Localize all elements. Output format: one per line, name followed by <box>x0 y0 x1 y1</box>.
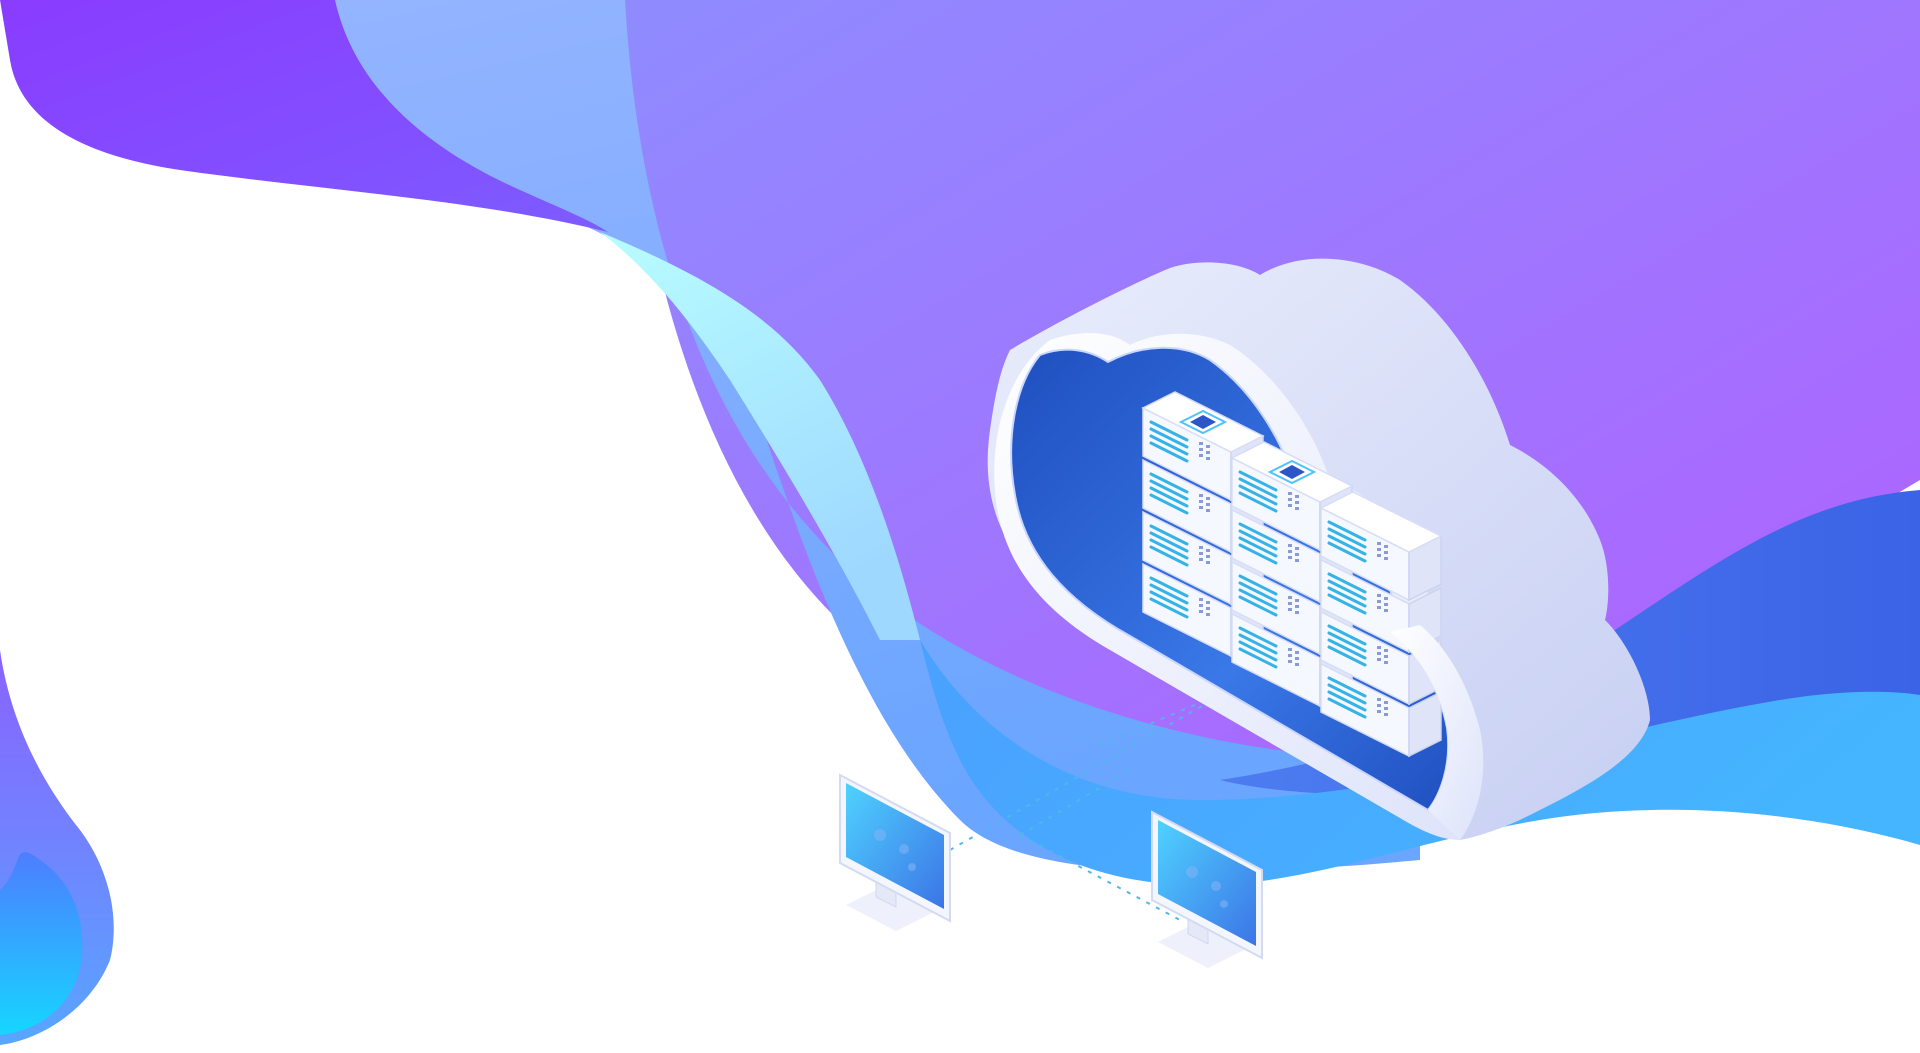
cloud-server-illustration <box>0 0 1920 1045</box>
monitor-icon <box>839 773 951 931</box>
illustration-stage <box>0 0 1920 1053</box>
background-waves <box>0 0 1920 1045</box>
